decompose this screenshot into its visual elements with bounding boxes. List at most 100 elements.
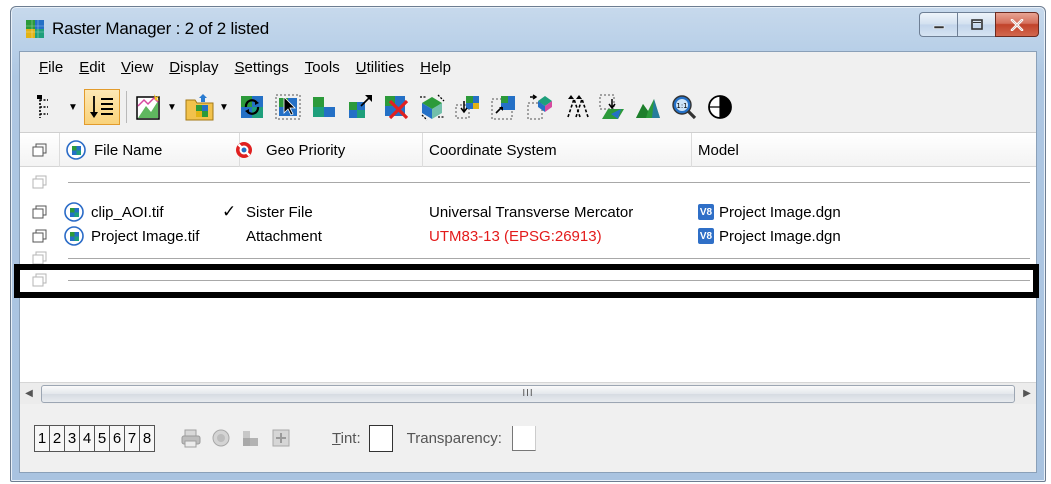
maximize-button[interactable] — [957, 12, 995, 37]
view-button-5[interactable]: 5 — [94, 424, 110, 452]
scroll-thumb[interactable]: III — [41, 384, 1015, 403]
header-geo-priority-label: Geo Priority — [266, 141, 346, 159]
attach-dropdown-icon[interactable]: ▼ — [219, 89, 229, 125]
maximize-icon — [970, 19, 983, 30]
geocode-button[interactable] — [559, 89, 593, 125]
new-raster-dropdown-icon[interactable]: ▼ — [167, 89, 177, 125]
view-button-3[interactable]: 3 — [64, 424, 80, 452]
menu-settings-accelerator: S — [234, 59, 245, 76]
client-area: File Edit View Display Settings Tools Ut… — [19, 51, 1037, 473]
warp-raster-button[interactable] — [523, 89, 557, 125]
sort-list-button[interactable] — [84, 89, 120, 125]
model-cell: V8 Project Image.dgn — [692, 204, 1036, 221]
title-bar[interactable]: Raster Manager : 2 of 2 listed — [11, 7, 1045, 51]
menu-help-accelerator: H — [420, 59, 431, 76]
menu-help-label: elp — [430, 59, 451, 76]
v8-model-icon: V8 — [698, 228, 714, 244]
scroll-grip: III — [522, 388, 534, 399]
coordinate-system-cell: UTM83-13 (EPSG:26913) — [429, 227, 602, 245]
contrast-button[interactable] — [703, 89, 737, 125]
reload-button[interactable] — [235, 89, 269, 125]
detach-raster-button[interactable] — [379, 89, 413, 125]
header-coordinate-system[interactable]: Coordinate System — [423, 133, 692, 167]
terrain-button[interactable] — [631, 89, 665, 125]
zoom-one-to-one-button[interactable]: 1:1 — [667, 89, 701, 125]
menu-settings[interactable]: Settings — [235, 59, 289, 76]
view-button-2[interactable]: 2 — [49, 424, 65, 452]
attach-folder-button[interactable] — [183, 89, 217, 125]
menu-settings-label: ettings — [244, 59, 289, 76]
table-header: File Name Geo Priority Coordinate System… — [20, 133, 1036, 167]
scale-raster-icon — [349, 95, 372, 118]
tree-view-dropdown-icon[interactable]: ▼ — [68, 89, 78, 125]
menu-view-accelerator: V — [121, 59, 131, 76]
menu-display-label: isplay — [180, 59, 219, 76]
view-button-6[interactable]: 6 — [109, 424, 125, 452]
view-toggle-icon — [32, 273, 47, 287]
transform-raster-button[interactable] — [415, 89, 449, 125]
geo-priority-text: Attachment — [246, 227, 322, 245]
display-toggle[interactable] — [20, 204, 60, 220]
geo-priority-cell: Attachment — [240, 228, 423, 245]
raster-layers-icon[interactable] — [240, 427, 262, 449]
tree-view-button[interactable] — [32, 89, 66, 125]
scroll-left-arrow-icon[interactable]: ◀ — [20, 384, 38, 404]
raster-add-icon[interactable] — [270, 427, 292, 449]
drape-raster-icon — [599, 94, 624, 119]
menu-file[interactable]: File — [39, 59, 63, 76]
tint-color-swatch[interactable] — [368, 424, 393, 452]
table-row-empty[interactable] — [20, 269, 1036, 291]
minimize-button[interactable] — [919, 12, 957, 37]
move-raster-icon — [313, 97, 335, 117]
display-toggle[interactable] — [20, 228, 60, 244]
open-folder-icon — [185, 94, 214, 121]
v8-model-icon: V8 — [698, 204, 714, 220]
globe-icon[interactable] — [210, 427, 232, 449]
transparency-swatch[interactable] — [511, 425, 536, 451]
mask-raster-icon — [491, 96, 515, 120]
move-raster-button[interactable] — [307, 89, 341, 125]
coordinate-system-cell: Universal Transverse Mercator — [429, 203, 634, 221]
close-button[interactable] — [995, 12, 1039, 37]
print-icon[interactable] — [180, 427, 202, 449]
model-cell: V8 Project Image.dgn — [692, 228, 1036, 245]
new-raster-button[interactable] — [131, 89, 165, 125]
select-arrow-icon — [275, 94, 301, 120]
raster-file-icon — [64, 226, 84, 246]
display-toggle[interactable] — [20, 250, 60, 266]
table-row-empty[interactable] — [20, 247, 1036, 269]
scroll-right-arrow-icon[interactable]: ▶ — [1018, 384, 1036, 404]
header-file-name[interactable]: File Name — [60, 133, 240, 167]
header-display-column[interactable] — [20, 133, 60, 167]
header-geo-priority[interactable]: Geo Priority — [236, 133, 423, 167]
row-divider — [68, 279, 1030, 281]
header-model[interactable]: Model — [692, 133, 1036, 167]
horizontal-scrollbar[interactable]: ◀ III ▶ — [20, 382, 1036, 404]
header-coordinate-system-label: Coordinate System — [429, 141, 557, 159]
menu-utilities[interactable]: Utilities — [356, 59, 404, 76]
menu-edit-label: dit — [89, 59, 106, 76]
tint-accelerator: T — [332, 429, 341, 447]
menu-display-accelerator: D — [169, 59, 181, 76]
view-button-8[interactable]: 8 — [139, 424, 155, 452]
table-row-empty[interactable] — [20, 171, 1036, 193]
mask-raster-button[interactable] — [487, 89, 521, 125]
view-button-1[interactable]: 1 — [34, 424, 50, 452]
display-toggle[interactable] — [20, 174, 60, 190]
clip-raster-button[interactable] — [451, 89, 485, 125]
table-row-selected[interactable]: Project Image.tif Attachment UTM83-13 (E… — [20, 225, 1036, 247]
drape-raster-button[interactable] — [595, 89, 629, 125]
file-name-cell: Project Image.tif — [60, 226, 240, 246]
display-toggle[interactable] — [20, 272, 60, 288]
menu-display[interactable]: Display — [169, 59, 218, 76]
view-button-7[interactable]: 7 — [124, 424, 140, 452]
select-raster-button[interactable] — [271, 89, 305, 125]
menu-view[interactable]: View — [121, 59, 153, 76]
view-toggle-icon — [32, 143, 46, 157]
menu-edit[interactable]: Edit — [79, 59, 105, 76]
scale-raster-button[interactable] — [343, 89, 377, 125]
table-row[interactable]: clip_AOI.tif ✓ Sister File Universal Tra… — [20, 201, 1036, 223]
view-button-4[interactable]: 4 — [79, 424, 95, 452]
menu-tools[interactable]: Tools — [305, 59, 340, 76]
menu-help[interactable]: Help — [420, 59, 451, 76]
